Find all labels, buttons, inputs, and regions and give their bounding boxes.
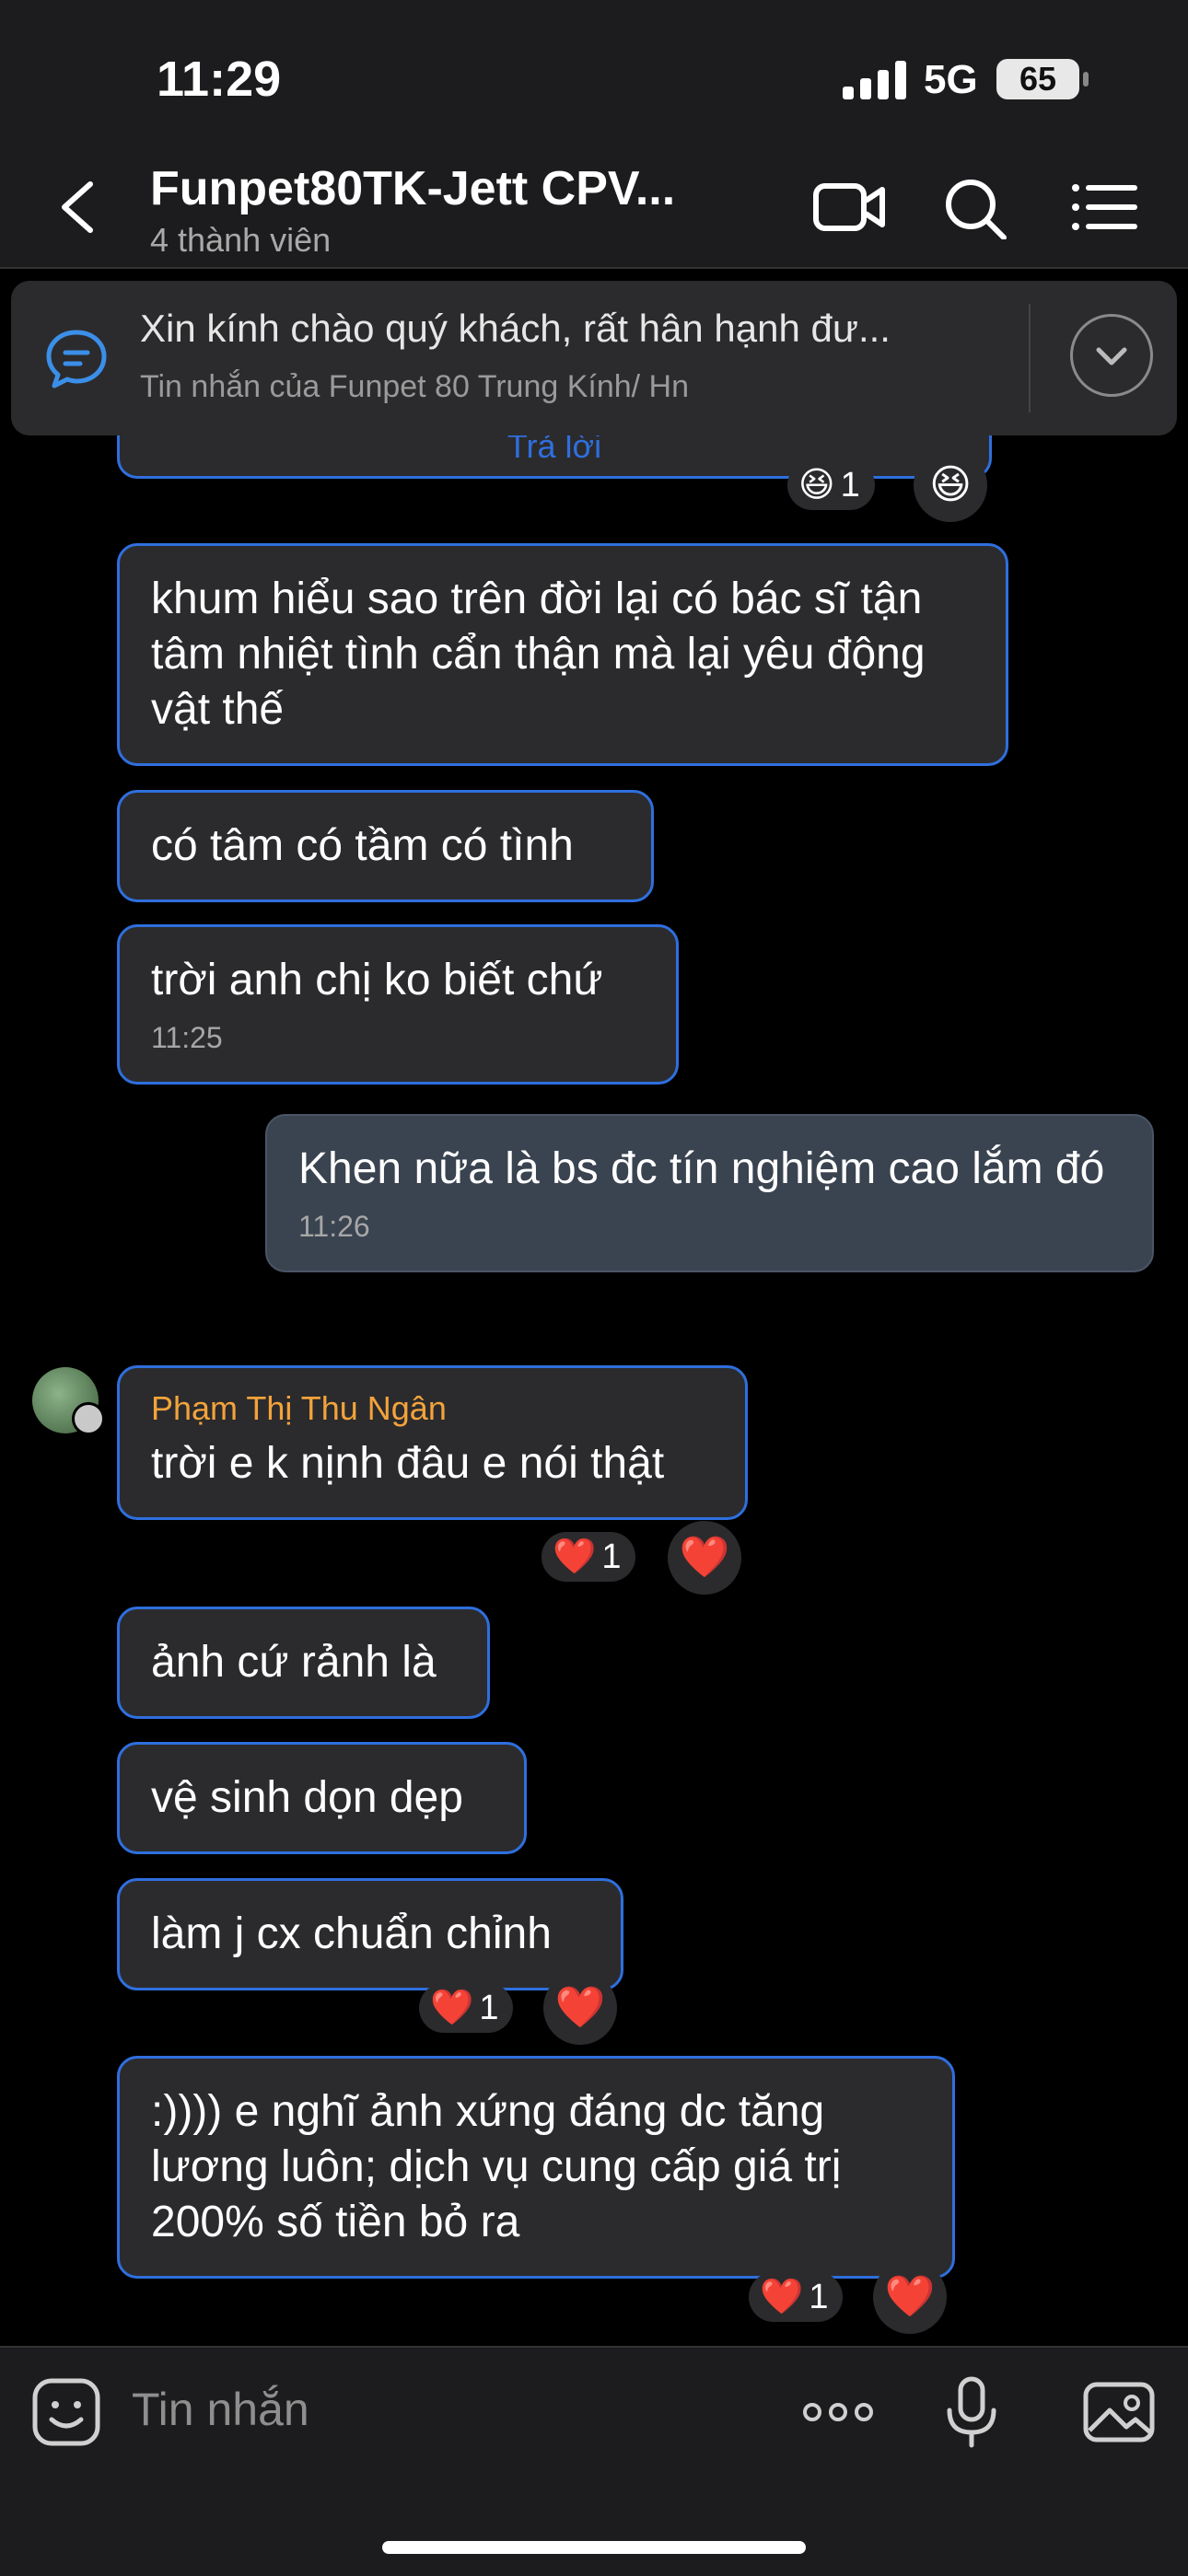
my-message-bubble[interactable]: Khen nữa là bs đc tín nghiệm cao lắm đó … [265, 1114, 1154, 1272]
heart-icon: ❤️ [553, 1537, 597, 1576]
laugh-emoji-icon: 😆 [929, 462, 972, 507]
menu-list-icon[interactable] [1068, 175, 1142, 239]
home-indicator [382, 2541, 806, 2554]
back-icon[interactable] [55, 180, 101, 235]
react-button[interactable]: ❤️ [873, 2260, 947, 2334]
microphone-icon[interactable] [935, 2375, 1008, 2449]
react-button[interactable]: ❤️ [543, 1971, 617, 2045]
pinned-message-bar[interactable]: Xin kính chào quý khách, rất hân hạnh đư… [11, 281, 1177, 435]
member-count[interactable]: 4 thành viên [150, 221, 331, 260]
key-badge-icon [72, 1402, 105, 1435]
message-bubble[interactable]: làm j cx chuẩn chỉnh [117, 1878, 623, 1990]
laugh-emoji-icon: 😆 [798, 466, 835, 505]
battery-cap [1083, 72, 1089, 87]
heart-icon: ❤️ [679, 1535, 730, 1580]
sender-name[interactable]: Phạm Thị Thu Ngân [151, 1387, 714, 1431]
reaction-summary[interactable]: ❤️ 1 [749, 2272, 844, 2322]
message-text: làm j cx chuẩn chỉnh [151, 1909, 552, 1958]
message-text: Khen nữa là bs đc tín nghiệm cao lắm đó [298, 1144, 1105, 1193]
pinned-message-source: Tin nhắn của Funpet 80 Trung Kính/ Hn [140, 369, 690, 404]
message-time: 11:26 [298, 1210, 370, 1243]
chat-header: Funpet80TK-Jett CPV... 4 thành viên [0, 147, 1188, 269]
message-bubble[interactable]: có tâm có tầm có tình [117, 790, 654, 902]
reaction-summary[interactable]: ❤️ 1 [542, 1532, 636, 1582]
status-time: 11:29 [157, 52, 282, 107]
message-text: trời anh chị ko biết chứ [151, 956, 603, 1004]
message-text: có tâm có tầm có tình [151, 821, 574, 870]
react-button[interactable]: ❤️ [668, 1521, 741, 1595]
chat-title[interactable]: Funpet80TK-Jett CPV... [150, 161, 740, 216]
reaction-summary[interactable]: 😆 1 [787, 460, 875, 510]
search-icon[interactable] [939, 175, 1013, 239]
expand-pinned-button[interactable] [1070, 314, 1153, 397]
message-bubble[interactable]: ảnh cứ rảnh là [117, 1607, 490, 1719]
divider [1029, 304, 1031, 412]
message-text: vệ sinh dọn dẹp [151, 1773, 463, 1822]
message-bubble[interactable]: Phạm Thị Thu Ngân trời e k nịnh đâu e nó… [117, 1365, 748, 1520]
signal-icon [843, 61, 906, 99]
message-bubble[interactable]: trời anh chị ko biết chứ 11:25 [117, 924, 679, 1085]
status-bar: 11:29 5G 65 [0, 0, 1188, 147]
message-composer: Tin nhắn [0, 2346, 1188, 2576]
message-time: 11:25 [151, 1021, 223, 1054]
sticker-icon[interactable] [29, 2375, 103, 2449]
message-bubble[interactable]: :)))) e nghĩ ảnh xứng đáng dc tăng lương… [117, 2056, 955, 2279]
heart-icon: ❤️ [760, 2278, 804, 2316]
message-bubble[interactable]: khum hiểu sao trên đời lại có bác sĩ tận… [117, 543, 1008, 766]
heart-icon: ❤️ [430, 1989, 474, 2027]
message-text: ảnh cứ rảnh là [151, 1638, 437, 1687]
react-button[interactable]: 😆 [914, 448, 987, 522]
more-icon[interactable] [801, 2375, 875, 2449]
image-icon[interactable] [1082, 2375, 1156, 2449]
message-text: khum hiểu sao trên đời lại có bác sĩ tận… [151, 574, 926, 734]
message-text: trời e k nịnh đâu e nói thật [151, 1439, 665, 1488]
chevron-down-icon [1096, 347, 1127, 366]
chat-bubble-icon [46, 330, 107, 389]
network-type: 5G [924, 57, 978, 102]
reaction-summary[interactable]: ❤️ 1 [419, 1983, 514, 2033]
battery-level: 65 [996, 59, 1079, 99]
pinned-message-text: Xin kính chào quý khách, rất hân hạnh đư… [140, 307, 891, 350]
message-bubble[interactable]: vệ sinh dọn dẹp [117, 1742, 527, 1854]
heart-icon: ❤️ [554, 1985, 606, 2030]
video-call-icon[interactable] [812, 175, 886, 239]
message-input[interactable]: Tin nhắn [132, 2383, 309, 2436]
message-text: :)))) e nghĩ ảnh xứng đáng dc tăng lương… [151, 2087, 842, 2246]
heart-icon: ❤️ [884, 2274, 936, 2319]
